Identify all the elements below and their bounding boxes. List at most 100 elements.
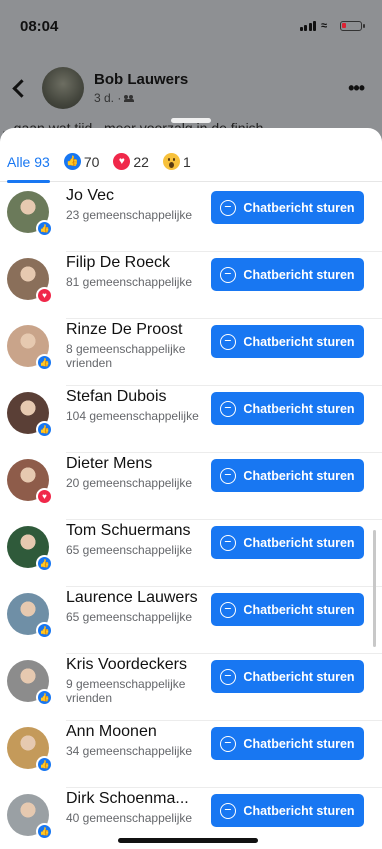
wifi-icon: ≈ bbox=[321, 20, 328, 32]
love-reaction-icon: ♥ bbox=[36, 488, 53, 505]
post-author[interactable]: Bob Lauwers bbox=[94, 71, 188, 88]
send-message-label: Chatbericht sturen bbox=[243, 669, 355, 684]
send-message-label: Chatbericht sturen bbox=[243, 736, 355, 751]
send-message-label: Chatbericht sturen bbox=[243, 267, 355, 282]
avatar-wrap[interactable]: 👍 bbox=[7, 191, 53, 237]
mutual-friends: 20 gemeenschappelijke bbox=[66, 476, 193, 490]
reaction-tabs: Alle 93 👍 70 ♥ 22 1 bbox=[0, 142, 382, 183]
send-message-button[interactable]: Chatbericht sturen bbox=[211, 727, 364, 760]
battery-icon bbox=[340, 21, 365, 31]
send-message-button[interactable]: Chatbericht sturen bbox=[211, 392, 364, 425]
tab-wow[interactable]: 1 bbox=[162, 142, 191, 182]
person-name[interactable]: Filip De Roeck bbox=[66, 254, 170, 272]
send-message-button[interactable]: Chatbericht sturen bbox=[211, 526, 364, 559]
avatar-wrap[interactable]: ♥ bbox=[7, 459, 53, 505]
person-name[interactable]: Stefan Dubois bbox=[66, 388, 167, 406]
mutual-friends: 65 gemeenschappelijke bbox=[66, 543, 193, 557]
list-item[interactable]: ♥ Dieter Mens 20 gemeenschappelijke Chatber… bbox=[0, 453, 382, 520]
avatar-wrap[interactable]: ♥ bbox=[7, 258, 53, 304]
list-item[interactable]: 👍 Ann Moonen 34 gemeenschappelijke Chatberi… bbox=[0, 721, 382, 788]
person-name[interactable]: Tom Schuermans bbox=[66, 522, 191, 540]
status-icons: ≈ bbox=[299, 20, 365, 32]
home-indicator[interactable] bbox=[118, 838, 258, 843]
messenger-icon bbox=[220, 400, 237, 417]
messenger-icon bbox=[220, 735, 237, 752]
mutual-friends: 104 gemeenschappelijke bbox=[66, 409, 199, 423]
messenger-icon bbox=[220, 266, 237, 283]
list-item[interactable]: ♥ Filip De Roeck 81 gemeenschappelijke Chat… bbox=[0, 252, 382, 319]
post-subline: 3 d. · bbox=[94, 91, 188, 105]
like-reaction-icon: 👍 bbox=[36, 220, 53, 237]
send-message-button[interactable]: Chatbericht sturen bbox=[211, 325, 364, 358]
tab-like-count: 70 bbox=[83, 153, 100, 170]
send-message-label: Chatbericht sturen bbox=[243, 468, 355, 483]
sheet-grabber[interactable] bbox=[171, 118, 211, 123]
person-name[interactable]: Laurence Lauwers bbox=[66, 589, 198, 607]
status-bar: 08:04 ≈ bbox=[0, 0, 382, 52]
send-message-button[interactable]: Chatbericht sturen bbox=[211, 258, 364, 291]
send-message-button[interactable]: Chatbericht sturen bbox=[211, 191, 364, 224]
person-name[interactable]: Dirk Schoenma... bbox=[66, 790, 189, 808]
tab-love-count: 22 bbox=[133, 153, 149, 170]
list-item[interactable]: 👍 Jo Vec 23 gemeenschappelijke Chatbericht … bbox=[0, 185, 382, 252]
like-reaction-icon: 👍 bbox=[36, 823, 53, 840]
send-message-label: Chatbericht sturen bbox=[243, 803, 355, 818]
tab-wow-count: 1 bbox=[182, 153, 191, 170]
post-meta: Bob Lauwers 3 d. · bbox=[94, 71, 188, 105]
messenger-icon bbox=[220, 534, 237, 551]
list-item[interactable]: 👍 Stefan Dubois 104 gemeenschappelijke Chat… bbox=[0, 386, 382, 453]
avatar-wrap[interactable]: 👍 bbox=[7, 727, 53, 773]
mutual-friends: 23 gemeenschappelijke bbox=[66, 208, 193, 222]
list-item[interactable]: 👍 Tom Schuermans 65 gemeenschappelijke Chat… bbox=[0, 520, 382, 587]
like-reaction-icon: 👍 bbox=[36, 622, 53, 639]
list-item[interactable]: 👍 Laurence Lauwers 65 gemeenschappelijke Ch… bbox=[0, 587, 382, 654]
like-icon: 👍 bbox=[63, 153, 81, 170]
mutual-friends: 8 gemeenschappelijke vrienden bbox=[66, 342, 186, 370]
list-item[interactable]: 👍 Rinze De Proost 8 gemeenschappelijke vri… bbox=[0, 319, 382, 386]
avatar-wrap[interactable]: 👍 bbox=[7, 526, 53, 572]
avatar-wrap[interactable]: 👍 bbox=[7, 794, 53, 840]
avatar-wrap[interactable]: 👍 bbox=[7, 660, 53, 706]
post-header: Bob Lauwers 3 d. · ••• bbox=[0, 58, 382, 118]
like-reaction-icon: 👍 bbox=[36, 354, 53, 371]
avatar-wrap[interactable]: 👍 bbox=[7, 593, 53, 639]
person-name[interactable]: Kris Voordeckers bbox=[66, 656, 187, 674]
send-message-label: Chatbericht sturen bbox=[243, 602, 355, 617]
tab-all[interactable]: Alle 93 bbox=[7, 142, 50, 183]
person-name[interactable]: Jo Vec bbox=[66, 187, 114, 205]
messenger-icon bbox=[220, 601, 237, 618]
back-icon[interactable] bbox=[10, 78, 30, 98]
person-name[interactable]: Ann Moonen bbox=[66, 723, 157, 741]
send-message-button[interactable]: Chatbericht sturen bbox=[211, 794, 364, 827]
avatar-wrap[interactable]: 👍 bbox=[7, 392, 53, 438]
person-name[interactable]: Rinze De Proost bbox=[66, 321, 183, 339]
person-name[interactable]: Dieter Mens bbox=[66, 455, 152, 473]
friends-audience-icon bbox=[124, 94, 135, 102]
avatar-wrap[interactable]: 👍 bbox=[7, 325, 53, 371]
mutual-friends: 40 gemeenschappelijke bbox=[66, 811, 193, 825]
messenger-icon bbox=[220, 467, 237, 484]
send-message-label: Chatbericht sturen bbox=[243, 334, 355, 349]
send-message-button[interactable]: Chatbericht sturen bbox=[211, 459, 364, 492]
mutual-friends: 81 gemeenschappelijke bbox=[66, 275, 193, 289]
tab-love[interactable]: ♥ 22 bbox=[113, 142, 149, 182]
messenger-icon bbox=[220, 668, 237, 685]
scrollbar[interactable] bbox=[373, 530, 376, 647]
reactions-sheet: Alle 93 👍 70 ♥ 22 1 👍 Jo Vec 23 gemeenscha… bbox=[0, 128, 382, 849]
send-message-label: Chatbericht sturen bbox=[243, 200, 355, 215]
like-reaction-icon: 👍 bbox=[36, 555, 53, 572]
send-message-label: Chatbericht sturen bbox=[243, 401, 355, 416]
tab-like[interactable]: 👍 70 bbox=[63, 142, 100, 182]
send-message-label: Chatbericht sturen bbox=[243, 535, 355, 550]
post-age: 3 d. · bbox=[94, 91, 122, 105]
send-message-button[interactable]: Chatbericht sturen bbox=[211, 593, 364, 626]
mutual-friends: 34 gemeenschappelijke bbox=[66, 744, 193, 758]
more-options-icon[interactable]: ••• bbox=[348, 78, 365, 99]
author-avatar[interactable] bbox=[42, 67, 84, 109]
list-item[interactable]: 👍 Kris Voordeckers 9 gemeenschappelijke vr… bbox=[0, 654, 382, 721]
like-reaction-icon: 👍 bbox=[36, 756, 53, 773]
messenger-icon bbox=[220, 199, 237, 216]
send-message-button[interactable]: Chatbericht sturen bbox=[211, 660, 364, 693]
messenger-icon bbox=[220, 333, 237, 350]
tab-all-label: Alle 93 bbox=[7, 153, 50, 170]
